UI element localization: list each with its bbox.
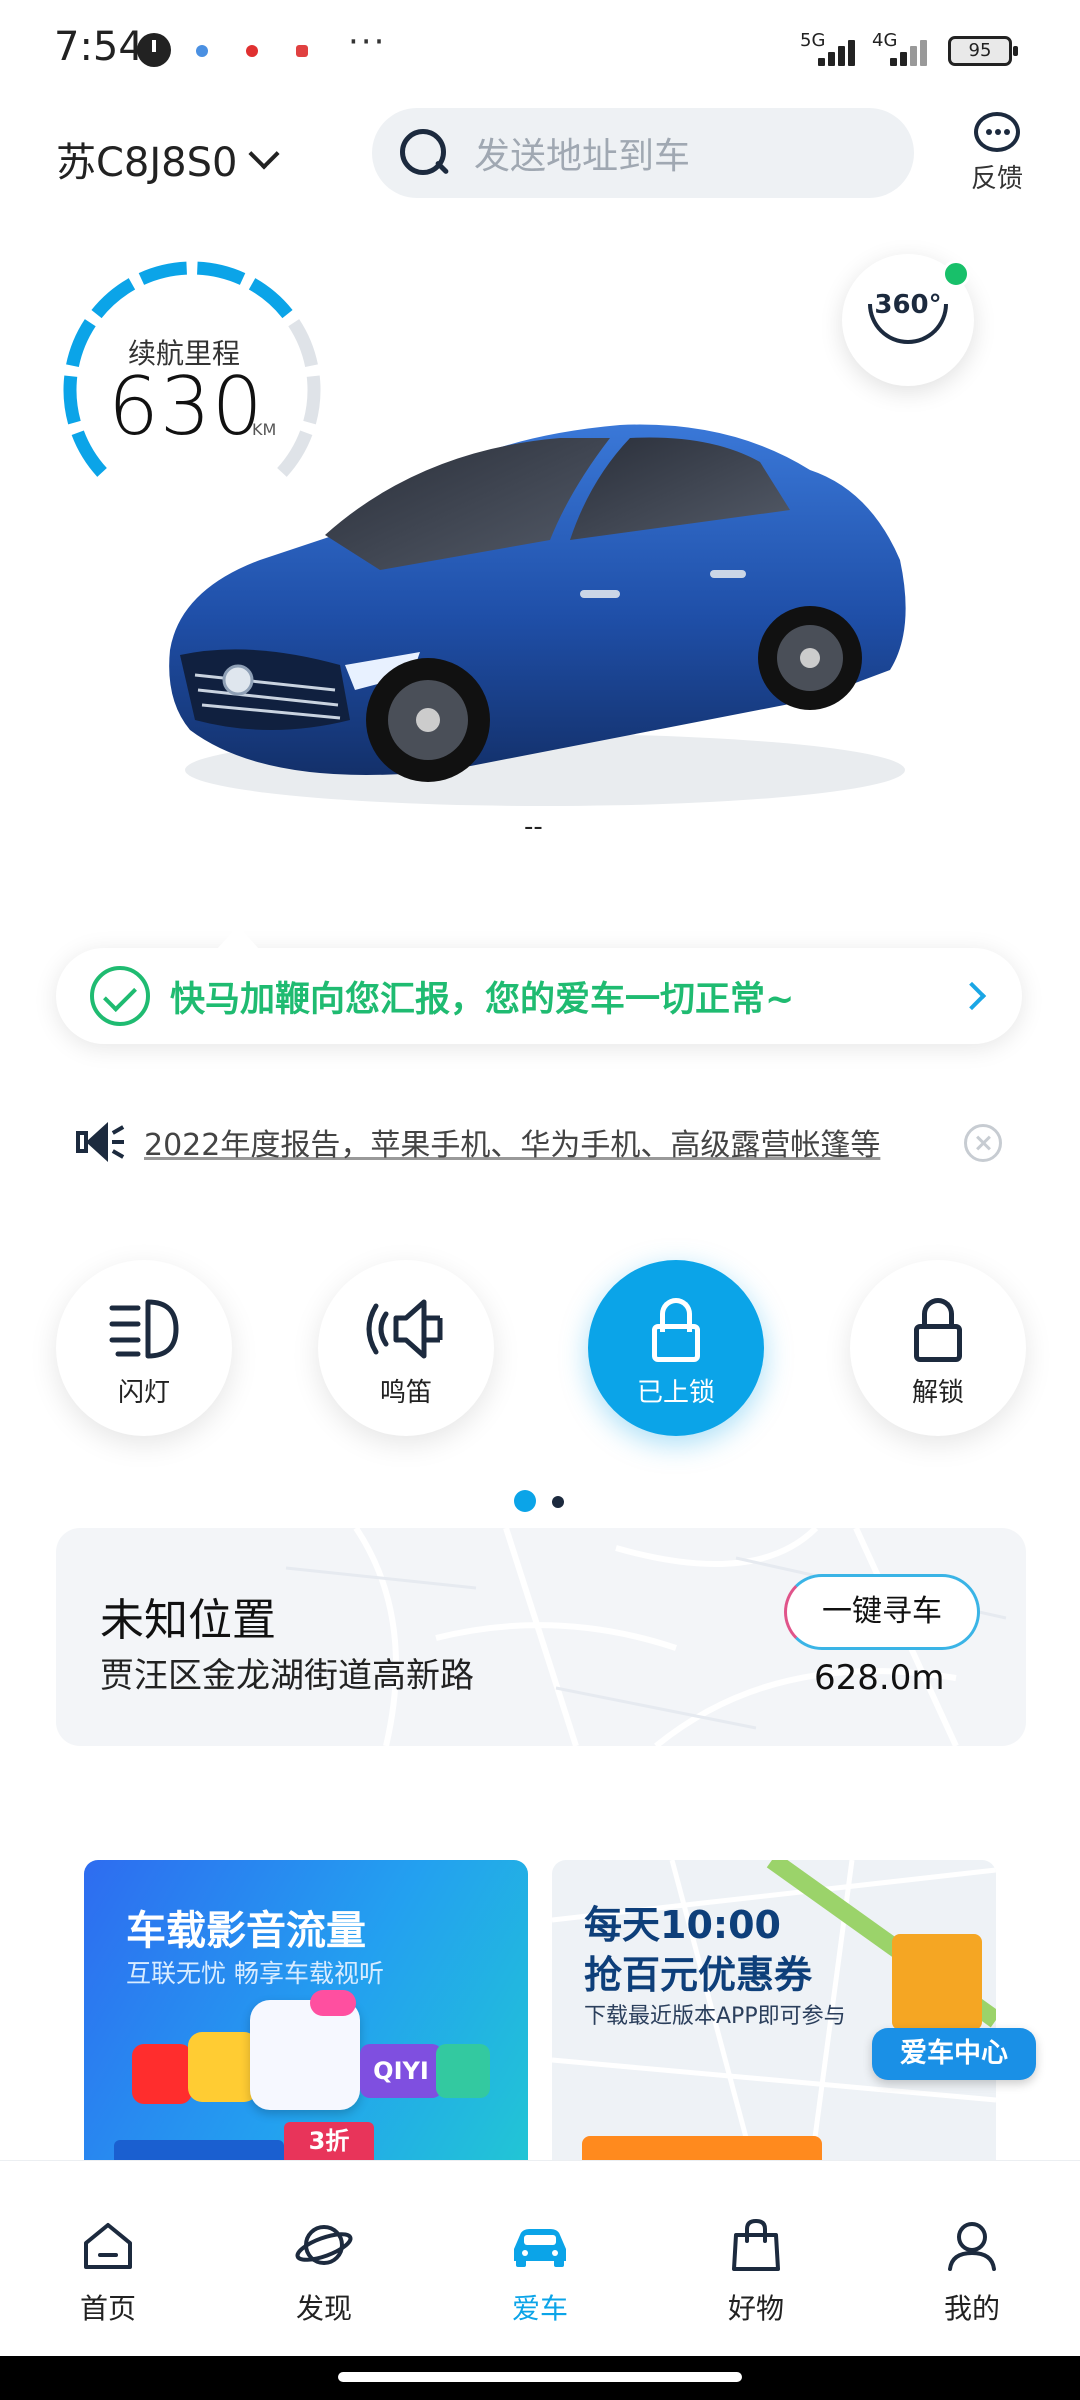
pager-dot-active[interactable] <box>514 1490 536 1512</box>
gauge-segment <box>288 319 318 368</box>
rotate-arrow-icon <box>868 304 948 344</box>
store-icon <box>892 1934 982 2030</box>
nav-home-label: 首页 <box>79 2292 136 2325</box>
nav-me-label: 我的 <box>943 2292 1000 2325</box>
chevron-down-icon <box>248 138 281 170</box>
nav-goods-label: 好物 <box>727 2292 784 2325</box>
media-data-promo-banner[interactable]: 车载影音流量 互联无忧 畅享车载视听 QIYI 3折 <box>84 1860 528 2160</box>
vehicle-health-text: 快马加鞭向您汇报，您的爱车一切正常~ <box>170 979 795 1020</box>
search-placeholder: 发送地址到车 <box>474 136 691 177</box>
news-app-icon <box>296 45 308 57</box>
close-icon[interactable] <box>964 1124 1002 1162</box>
flash-lights-label: 闪灯 <box>117 1378 170 1408</box>
gauge-segment <box>248 278 293 319</box>
flash-lights-button[interactable]: 闪灯 <box>56 1260 232 1436</box>
horn-icon <box>366 1299 443 1359</box>
coupon-title-offer: 抢百元优惠券 <box>584 1953 813 1997</box>
alarm-icon <box>137 33 171 67</box>
notification-app-icon <box>196 45 208 57</box>
chat-bubble-icon <box>974 112 1020 152</box>
headlight-icon <box>109 1299 179 1359</box>
location-title: 未知位置 <box>100 1595 276 1646</box>
horn-button[interactable]: 鸣笛 <box>318 1260 494 1436</box>
signal-5g-icon <box>818 40 862 66</box>
lock-closed-icon <box>636 1294 716 1364</box>
promo-button <box>114 2140 284 2160</box>
gauge-segment <box>196 261 246 285</box>
home-icon <box>84 2223 132 2269</box>
bottom-navigation: 首页 发现 爱车 好物 我的 <box>0 2160 1080 2360</box>
nav-my-car[interactable]: 爱车 <box>480 2215 600 2327</box>
gauge-segment <box>63 375 81 425</box>
car-image <box>169 424 906 806</box>
vehicle-selector[interactable]: 苏C8J8S0 <box>56 130 281 188</box>
horn-label: 鸣笛 <box>379 1378 432 1408</box>
media-promo-title: 车载影音流量 <box>126 1908 366 1954</box>
check-circle-icon <box>90 966 150 1026</box>
video-app-icon <box>246 45 258 57</box>
tencent-video-icon <box>436 2044 490 2098</box>
nav-discover[interactable]: 发现 <box>264 2215 384 2327</box>
nav-goods[interactable]: 好物 <box>696 2215 816 2327</box>
globe-icon <box>250 2000 360 2110</box>
music-app-icon <box>132 2044 192 2104</box>
feedback-button[interactable]: 反馈 <box>964 112 1030 195</box>
pager-dot[interactable] <box>552 1496 564 1508</box>
feedback-label: 反馈 <box>970 164 1023 194</box>
car-icon <box>514 2229 566 2267</box>
nav-home[interactable]: 首页 <box>48 2215 168 2327</box>
vehicle-location-card[interactable]: 未知位置 贾汪区金龙湖街道高新路 一键寻车 628.0m <box>56 1528 1026 1746</box>
video-app-icon <box>188 2032 258 2102</box>
speaker-icon <box>72 1118 126 1166</box>
lock-label: 已上锁 <box>636 1378 715 1408</box>
find-car-button[interactable]: 一键寻车 <box>784 1574 980 1650</box>
battery-icon: 95 <box>948 36 1018 66</box>
vehicle-plate: 苏C8J8S0 <box>56 140 238 186</box>
gauge-segment <box>138 261 188 285</box>
lock-open-icon <box>898 1294 978 1364</box>
car-status-placeholder: -- <box>524 812 543 842</box>
gauge-segment <box>71 430 107 477</box>
coupon-title-time: 每天10:00 <box>584 1903 781 1947</box>
status-time: 7:54 <box>54 24 144 70</box>
coupon-promo-banner[interactable]: 每天10:00 抢百元优惠券 下载最近版本APP即可参与 <box>552 1860 996 2160</box>
online-status-dot <box>942 260 970 288</box>
home-indicator[interactable] <box>338 2372 742 2382</box>
planet-icon <box>295 2225 353 2265</box>
media-promo-subtitle: 互联无忧 畅享车载视听 <box>126 1959 384 1988</box>
user-icon <box>948 2222 996 2271</box>
nav-discover-label: 发现 <box>295 2292 352 2325</box>
search-icon <box>398 127 450 179</box>
announcement-bar[interactable]: 2022年度报告，苹果手机、华为手机、高级露营帐篷等 <box>72 1114 1002 1170</box>
location-address: 贾汪区金龙湖街道高新路 <box>100 1656 474 1696</box>
status-bar: 7:54 ··· 5G 4G 95 <box>0 0 1080 96</box>
send-address-search[interactable]: 发送地址到车 <box>372 108 914 198</box>
signal-4g-icon <box>890 40 934 66</box>
iqiyi-app-text: QIYI <box>360 2044 442 2098</box>
location-distance: 628.0m <box>814 1658 945 1698</box>
coupon-button <box>582 2136 822 2160</box>
unlock-label: 解锁 <box>911 1378 964 1408</box>
gauge-segment <box>91 278 136 319</box>
chevron-right-icon <box>957 981 987 1011</box>
vehicle-health-banner[interactable]: 快马加鞭向您汇报，您的爱车一切正常~ <box>56 926 1022 1044</box>
coupon-subtitle: 下载最近版本APP即可参与 <box>584 2004 846 2029</box>
car-center-floating-button[interactable]: 爱车中心 <box>872 2028 1036 2080</box>
more-notifications-icon: ··· <box>348 22 387 62</box>
lock-button[interactable]: 已上锁 <box>588 1260 764 1436</box>
gauge-segment <box>66 319 96 368</box>
unlock-button[interactable]: 解锁 <box>850 1260 1026 1436</box>
discount-badge: 3折 <box>284 2122 374 2160</box>
nav-my-car-label: 爱车 <box>511 2292 568 2325</box>
5g-badge-icon <box>310 1990 356 2016</box>
nav-me[interactable]: 我的 <box>912 2215 1032 2327</box>
shopping-bag-icon <box>732 2218 780 2271</box>
announcement-text: 2022年度报告，苹果手机、华为手机、高级露营帐篷等 <box>144 1128 881 1163</box>
